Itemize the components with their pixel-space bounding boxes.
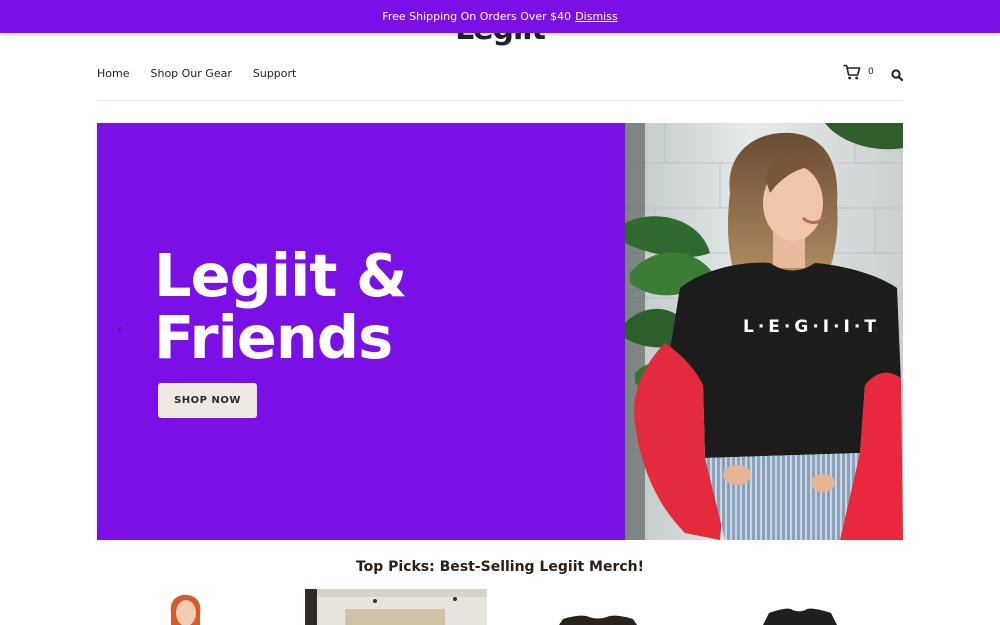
chevron-right-icon: › xyxy=(873,322,879,338)
product-card[interactable] xyxy=(537,589,657,625)
hero-image: L·E·G·I·I·T xyxy=(625,123,903,540)
cart-count: 0 xyxy=(868,67,874,77)
hero-slider: Legiit & Friends SHOP NOW L·E·G·I·I·T ‹ … xyxy=(97,123,903,540)
promo-bar: Free Shipping On Orders Over $40 Dismiss xyxy=(0,0,1000,33)
slider-prev-button[interactable]: ‹ xyxy=(117,322,123,338)
promo-text: Free Shipping On Orders Over $40 xyxy=(382,10,572,23)
cart-icon xyxy=(843,64,861,80)
nav-item-shop-our-gear[interactable]: Shop Our Gear xyxy=(150,67,231,80)
hero-title: Legiit & Friends xyxy=(154,245,407,369)
product-card[interactable] xyxy=(737,589,857,625)
product-card[interactable] xyxy=(147,589,247,625)
shop-now-button[interactable]: SHOP NOW xyxy=(158,383,257,418)
product-card[interactable] xyxy=(305,589,487,625)
slider-next-button[interactable]: › xyxy=(873,322,879,338)
shirt-print-text: L·E·G·I·I·T xyxy=(743,317,880,337)
main-nav: Home Shop Our Gear Support xyxy=(97,67,296,80)
chevron-left-icon: ‹ xyxy=(117,322,123,338)
search-icon xyxy=(891,69,904,82)
dismiss-link[interactable]: Dismiss xyxy=(575,10,618,23)
nav-item-support[interactable]: Support xyxy=(253,67,296,80)
header-divider xyxy=(97,100,903,101)
product-grid xyxy=(97,589,903,625)
cart-button[interactable]: 0 xyxy=(843,64,874,80)
hero-title-line-1: Legiit & xyxy=(154,241,407,310)
product-image xyxy=(763,608,837,625)
search-button[interactable] xyxy=(891,66,904,85)
product-image xyxy=(559,615,637,625)
product-image xyxy=(305,589,487,625)
nav-item-home[interactable]: Home xyxy=(97,67,129,80)
hero-title-line-2: Friends xyxy=(154,303,393,372)
top-picks-title: Top Picks: Best-Selling Legiit Merch! xyxy=(355,559,645,575)
product-image xyxy=(170,594,201,625)
